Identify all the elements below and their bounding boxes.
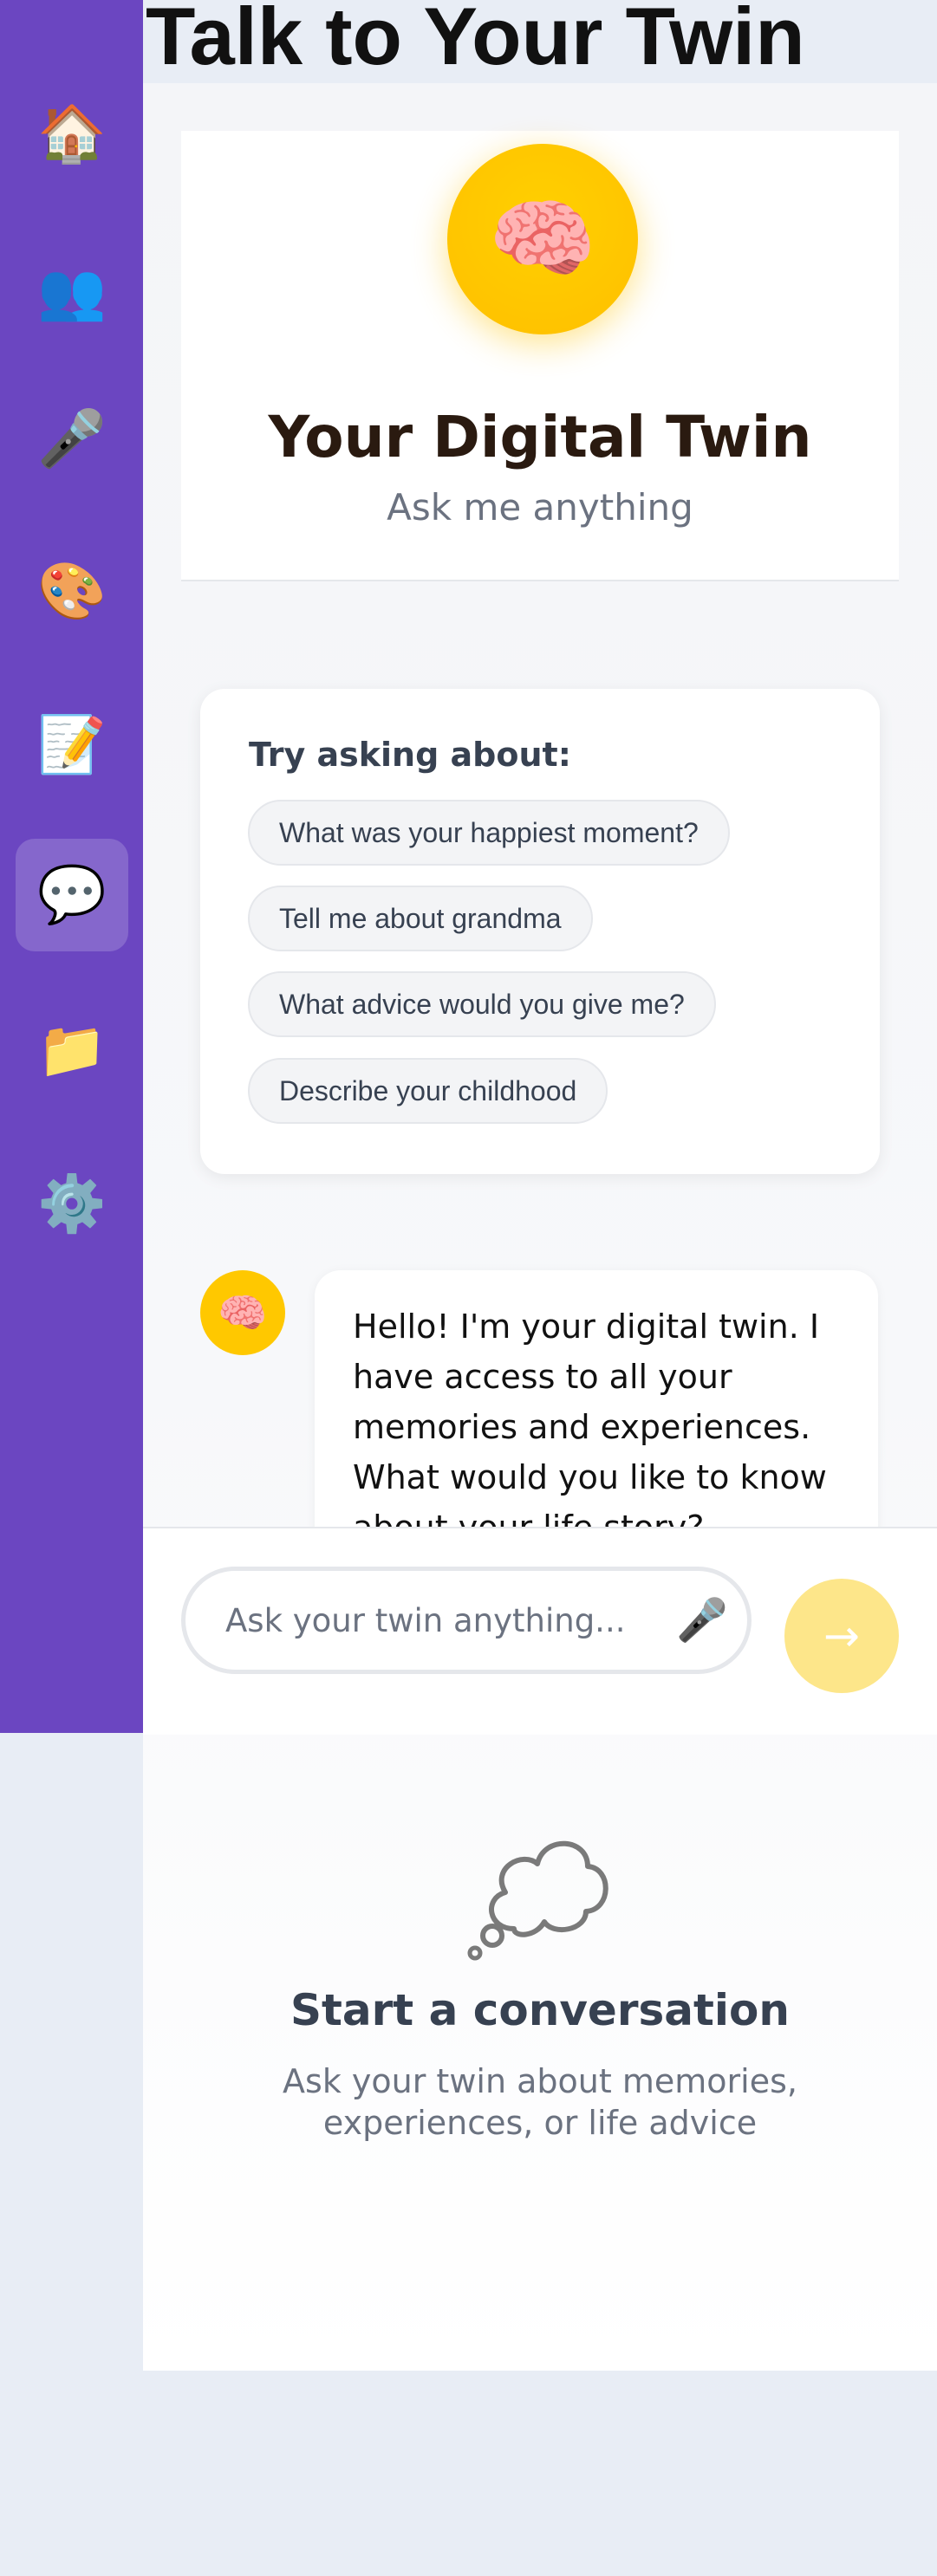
page-title: Talk to Your Twin (146, 0, 805, 81)
suggestion-chip[interactable]: What advice would you give me? (248, 971, 716, 1037)
chat-input[interactable]: Ask your twin anything... 🎤 (181, 1567, 752, 1674)
brain-icon: 🧠 (488, 188, 597, 289)
suggestion-chip[interactable]: Describe your childhood (248, 1058, 608, 1124)
sidebar-item-creative[interactable]: 🎨 (16, 535, 128, 648)
chat-panel: 🧠 Your Digital Twin Ask me anything Try … (143, 83, 937, 2371)
empty-state-subtitle: Ask your twin about memories, experience… (283, 2062, 797, 2142)
empty-state: Start a conversation Ask your twin about… (143, 1816, 937, 2249)
sidebar-item-files[interactable]: 📁 (16, 994, 128, 1106)
empty-state-title: Start a conversation (290, 1985, 790, 2035)
folder-icon: 📁 (37, 1018, 107, 1082)
sidebar: 🏠 👥 🎤 🎨 📝 💬 📁 ⚙️ (0, 0, 143, 1733)
sidebar-item-notes[interactable]: 📝 (16, 689, 128, 801)
twin-message-avatar: 🧠 (200, 1270, 285, 1355)
twin-avatar: 🧠 (447, 144, 638, 334)
sidebar-item-record[interactable]: 🎤 (16, 383, 128, 496)
twin-subtitle: Ask me anything (387, 486, 693, 529)
memo-icon: 📝 (37, 713, 107, 777)
send-button[interactable]: → (784, 1579, 899, 1693)
speech-bubble-icon: 💬 (37, 863, 107, 927)
twin-title: Your Digital Twin (268, 404, 812, 470)
thought-cloud-icon (467, 1840, 608, 1961)
microphone-icon: 🎤 (37, 407, 107, 471)
people-icon: 👥 (37, 260, 107, 324)
composer-bar: Ask your twin anything... 🎤 → (143, 1527, 937, 1735)
microphone-icon[interactable]: 🎤 (676, 1595, 728, 1645)
suggestion-chip[interactable]: Tell me about grandma (248, 886, 593, 951)
suggestion-chip[interactable]: What was your happiest moment? (248, 800, 730, 866)
home-icon: 🏠 (37, 102, 107, 166)
sidebar-item-chat[interactable]: 💬 (16, 839, 128, 951)
message-text: Hello! I'm your digital twin. I have acc… (353, 1307, 827, 1547)
palette-icon: 🎨 (37, 560, 107, 624)
chat-input-placeholder: Ask your twin anything... (225, 1602, 626, 1639)
sidebar-item-home[interactable]: 🏠 (16, 78, 128, 191)
brain-icon: 🧠 (218, 1288, 268, 1336)
sidebar-item-settings[interactable]: ⚙️ (16, 1148, 128, 1261)
gear-icon: ⚙️ (37, 1172, 107, 1236)
sidebar-item-people[interactable]: 👥 (16, 236, 128, 348)
suggestions-title: Try asking about: (249, 736, 571, 774)
twin-profile-card: 🧠 Your Digital Twin Ask me anything (181, 131, 899, 581)
suggestions-card: Try asking about: What was your happiest… (200, 689, 880, 1174)
arrow-right-icon: → (823, 1611, 860, 1661)
